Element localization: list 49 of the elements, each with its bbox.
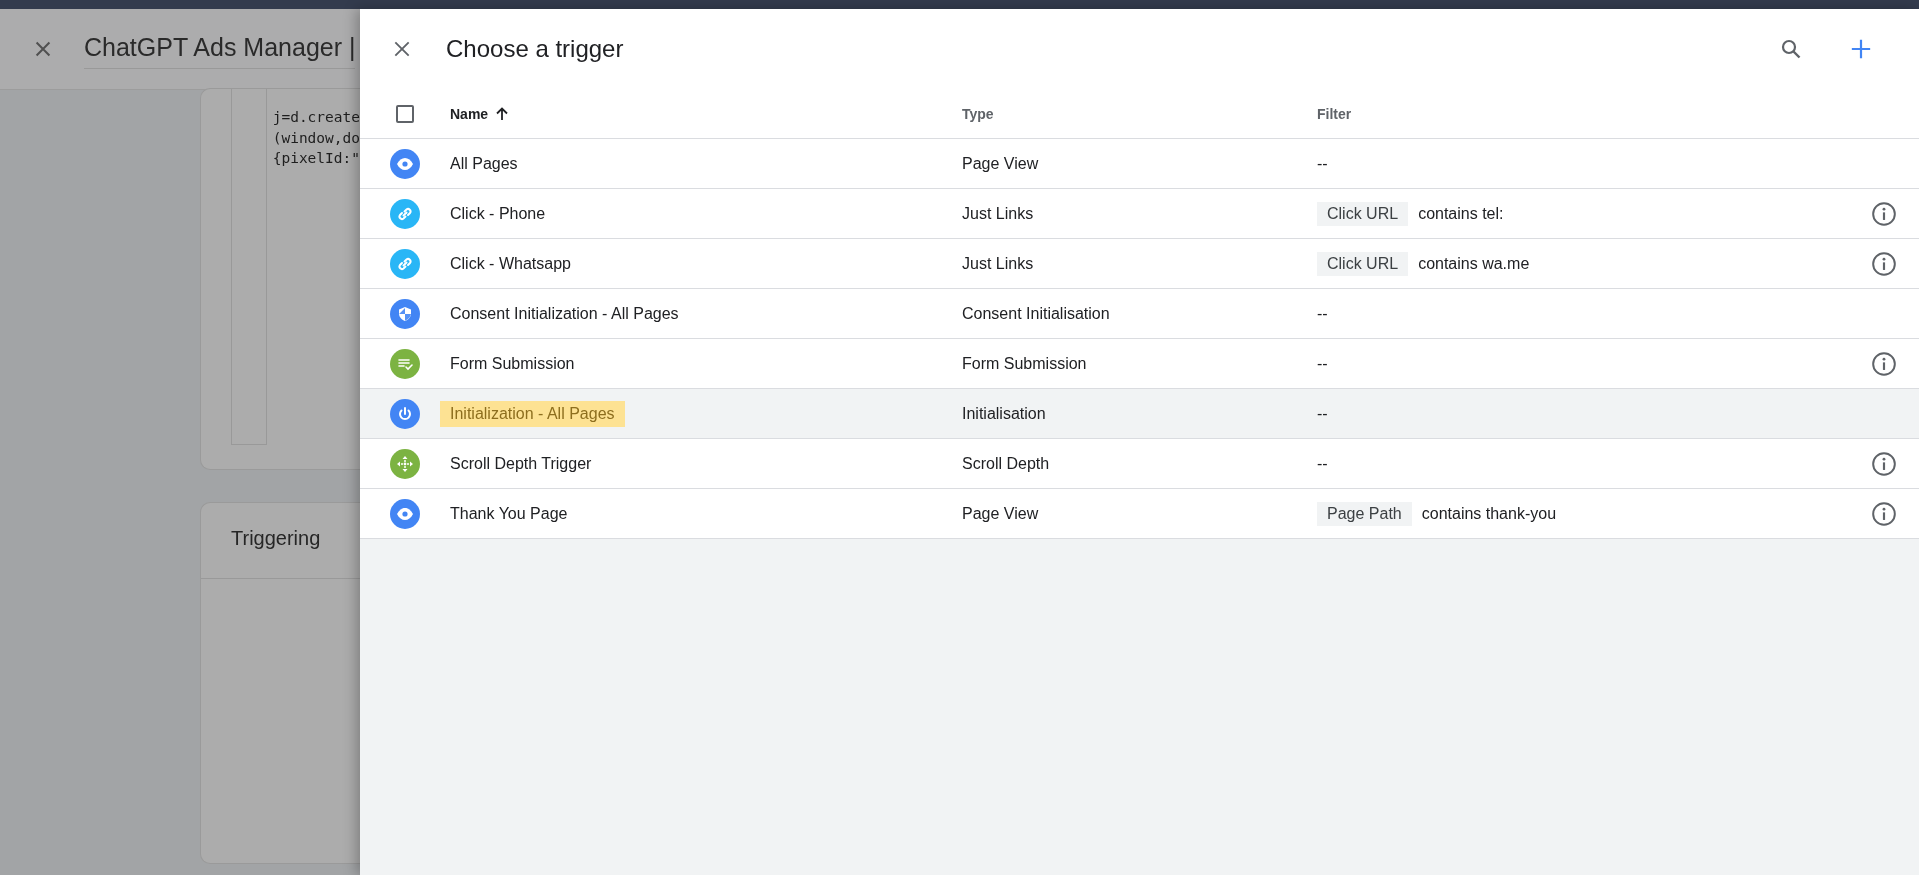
page-title: ChatGPT Ads Manager | [84, 29, 356, 69]
trigger-row[interactable]: Scroll Depth Trigger Scroll Depth -- [360, 439, 1919, 489]
add-button[interactable] [1849, 37, 1873, 61]
filter-text: -- [1317, 154, 1328, 173]
select-all-checkbox[interactable] [396, 104, 414, 123]
trigger-row[interactable]: Initialization - All Pages Initialisation -- [360, 389, 1919, 439]
info-icon[interactable] [1871, 350, 1897, 377]
trigger-row[interactable]: Thank You Page Page View Page Path contains thank-you [360, 489, 1919, 539]
info-icon[interactable] [1871, 200, 1897, 227]
trigger-name: Click - Whatsapp [449, 253, 572, 274]
trigger-type: Page View [962, 154, 1040, 173]
trigger-type: Just Links [962, 204, 1035, 223]
info-icon[interactable] [1871, 450, 1897, 477]
trigger-name: Click - Phone [449, 203, 547, 224]
filter-text: -- [1317, 304, 1328, 323]
trigger-name: Form Submission [449, 353, 576, 374]
trigger-name: Thank You Page [449, 503, 569, 524]
section-title: Triggering [231, 527, 321, 550]
trigger-row[interactable]: Click - Whatsapp Just Links Click URL contains wa.me [360, 239, 1919, 289]
variable-chip: Click URL [1317, 251, 1409, 276]
trigger-type: Form Submission [962, 354, 1088, 373]
filter-text: contains tel: [1418, 204, 1504, 223]
filter-text: -- [1317, 404, 1328, 423]
trigger-name: Consent Initialization - All Pages [449, 303, 680, 324]
info-icon[interactable] [1871, 250, 1897, 277]
column-header[interactable]: Filter [1317, 105, 1352, 122]
search-button[interactable] [1779, 37, 1803, 61]
filter-text: -- [1317, 354, 1328, 373]
filter-text: -- [1317, 454, 1328, 473]
trigger-type: Just Links [962, 254, 1035, 273]
variable-chip: Click URL [1317, 201, 1409, 226]
column-header[interactable]: Name [450, 105, 489, 122]
trigger-type: Initialisation [962, 404, 1047, 423]
panel-title: Choose a trigger [446, 35, 625, 63]
trigger-type: Scroll Depth [962, 454, 1051, 473]
trigger-name: Scroll Depth Trigger [449, 453, 593, 474]
filter-text: contains thank-you [1421, 504, 1557, 523]
code-text: j=d.create (window,do {pixelId:" [271, 108, 360, 168]
trigger-row[interactable]: Click - Phone Just Links Click URL contains tel: [360, 189, 1919, 239]
column-header[interactable]: Type [962, 105, 994, 122]
trigger-row[interactable]: Consent Initialization - All Pages Consent Initialisation -- [360, 289, 1919, 339]
trigger-type: Consent Initialisation [962, 304, 1111, 323]
trigger-type: Page View [962, 504, 1040, 523]
variable-chip: Page Path [1317, 501, 1412, 526]
trigger-name: All Pages [449, 153, 519, 174]
info-icon[interactable] [1871, 500, 1897, 527]
trigger-name: Initialization - All Pages [440, 400, 625, 427]
trigger-row[interactable]: All Pages Page View -- [360, 139, 1919, 189]
filter-text: contains wa.me [1418, 254, 1530, 273]
